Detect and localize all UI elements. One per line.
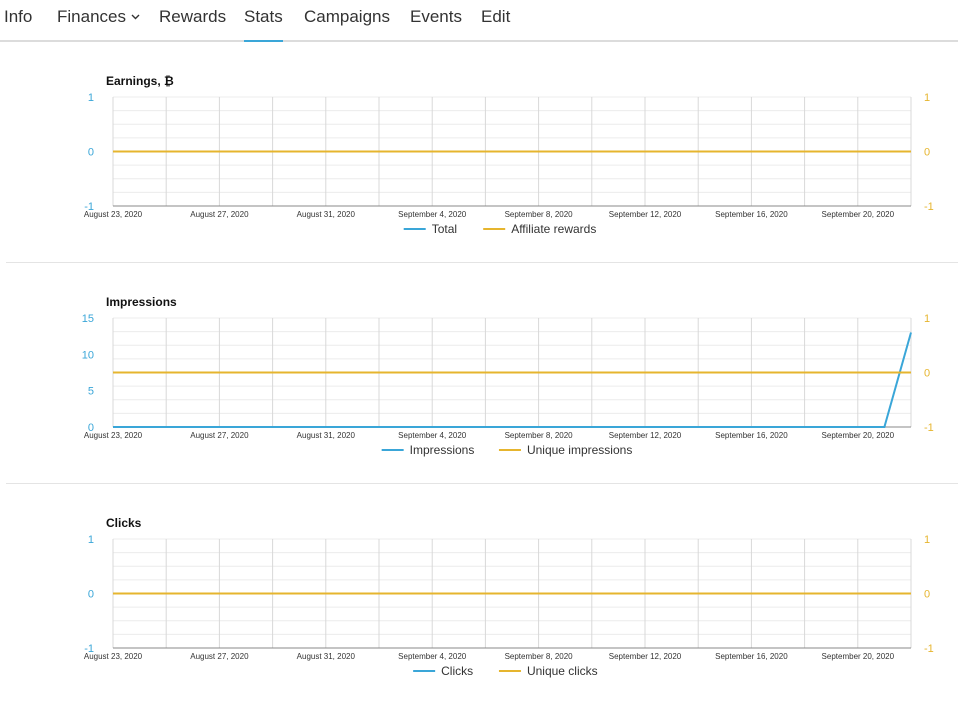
clicks-chart: Clicks10-110-1August 23, 2020 August 27, … <box>84 516 934 678</box>
tab-stats-label: Stats <box>244 7 283 26</box>
x-tick-label: September 16, 2020 <box>715 431 788 440</box>
tab-finances-label: Finances <box>57 7 126 26</box>
x-tick-label: September 20, 2020 <box>822 431 895 440</box>
tab-campaigns[interactable]: Campaigns <box>304 6 390 40</box>
x-tick-label: September 16, 2020 <box>715 210 788 219</box>
y-tick-label-left: 0 <box>88 589 94 601</box>
chart-title: Earnings, ₿ <box>106 74 174 88</box>
y-tick-label-right: 1 <box>924 313 930 325</box>
tab-bar: Info Finances Rewards Stats Campaigns Ev… <box>0 0 958 42</box>
x-tick-label: August 23, 2020 <box>84 652 143 661</box>
tab-rewards[interactable]: Rewards <box>159 6 226 40</box>
y-tick-label-right: 0 <box>924 589 930 601</box>
series-line <box>113 332 912 428</box>
x-tick-label: August 31, 2020 <box>297 210 356 219</box>
x-tick-label: September 12, 2020 <box>609 652 682 661</box>
y-tick-label-left: 0 <box>88 147 94 159</box>
y-tick-label-right: -1 <box>924 201 934 213</box>
y-tick-label-left: 5 <box>88 386 94 398</box>
tab-edit[interactable]: Edit <box>481 6 510 40</box>
x-tick-label: September 20, 2020 <box>822 652 895 661</box>
x-tick-label: August 23, 2020 <box>84 431 143 440</box>
y-tick-label-left: 10 <box>82 349 94 361</box>
tab-info[interactable]: Info <box>4 6 32 40</box>
x-tick-label: September 12, 2020 <box>609 431 682 440</box>
tab-events[interactable]: Events <box>410 6 462 40</box>
x-tick-label: September 4, 2020 <box>398 431 467 440</box>
chevron-down-icon <box>131 6 140 28</box>
legend-label: Affiliate rewards <box>511 222 596 236</box>
y-tick-label-left: 15 <box>82 313 94 325</box>
impressions-chart: Impressions15105010-1August 23, 2020 Augu… <box>82 295 934 457</box>
x-tick-label: September 20, 2020 <box>822 210 895 219</box>
x-tick-label: August 27, 2020 <box>190 431 249 440</box>
y-tick-label-right: -1 <box>924 643 934 655</box>
x-tick-label: August 31, 2020 <box>297 431 356 440</box>
legend-label: Total <box>432 222 457 236</box>
chart-title: Impressions <box>106 295 177 309</box>
tab-campaigns-label: Campaigns <box>304 7 390 26</box>
earnings-chart: Earnings, ₿10-110-1August 23, 2020 August… <box>84 74 934 236</box>
x-tick-label: September 8, 2020 <box>505 210 574 219</box>
x-tick-label: August 27, 2020 <box>190 652 249 661</box>
y-tick-label-left: 1 <box>88 92 94 104</box>
legend-label: Clicks <box>441 664 473 678</box>
section-divider <box>6 262 958 263</box>
tab-edit-label: Edit <box>481 7 511 26</box>
chart-title: Clicks <box>106 516 142 530</box>
x-tick-label: September 8, 2020 <box>505 431 574 440</box>
legend-label: Unique clicks <box>527 664 598 678</box>
x-tick-label: September 12, 2020 <box>609 210 682 219</box>
y-tick-label-right: 1 <box>924 92 930 104</box>
tab-list: Info Finances Rewards Stats Campaigns Ev… <box>4 0 958 42</box>
legend-label: Unique impressions <box>527 443 632 457</box>
y-tick-label-right: -1 <box>924 422 934 434</box>
tab-events-label: Events <box>410 7 462 26</box>
legend-label: Impressions <box>410 443 475 457</box>
x-tick-label: September 16, 2020 <box>715 652 788 661</box>
tab-rewards-label: Rewards <box>159 7 227 26</box>
y-tick-label-left: 1 <box>88 534 94 546</box>
x-tick-label: August 27, 2020 <box>190 210 249 219</box>
y-tick-label-right: 0 <box>924 147 930 159</box>
y-tick-label-right: 1 <box>924 534 930 546</box>
x-tick-label: September 4, 2020 <box>398 652 467 661</box>
tab-stats[interactable]: Stats <box>244 6 283 42</box>
tab-info-label: Info <box>4 7 33 26</box>
x-tick-label: August 23, 2020 <box>84 210 143 219</box>
y-tick-label-right: 0 <box>924 368 930 380</box>
tab-finances[interactable]: Finances <box>57 6 140 40</box>
x-tick-label: September 8, 2020 <box>505 652 574 661</box>
section-divider <box>6 483 958 484</box>
x-tick-label: August 31, 2020 <box>297 652 356 661</box>
x-tick-label: September 4, 2020 <box>398 210 467 219</box>
